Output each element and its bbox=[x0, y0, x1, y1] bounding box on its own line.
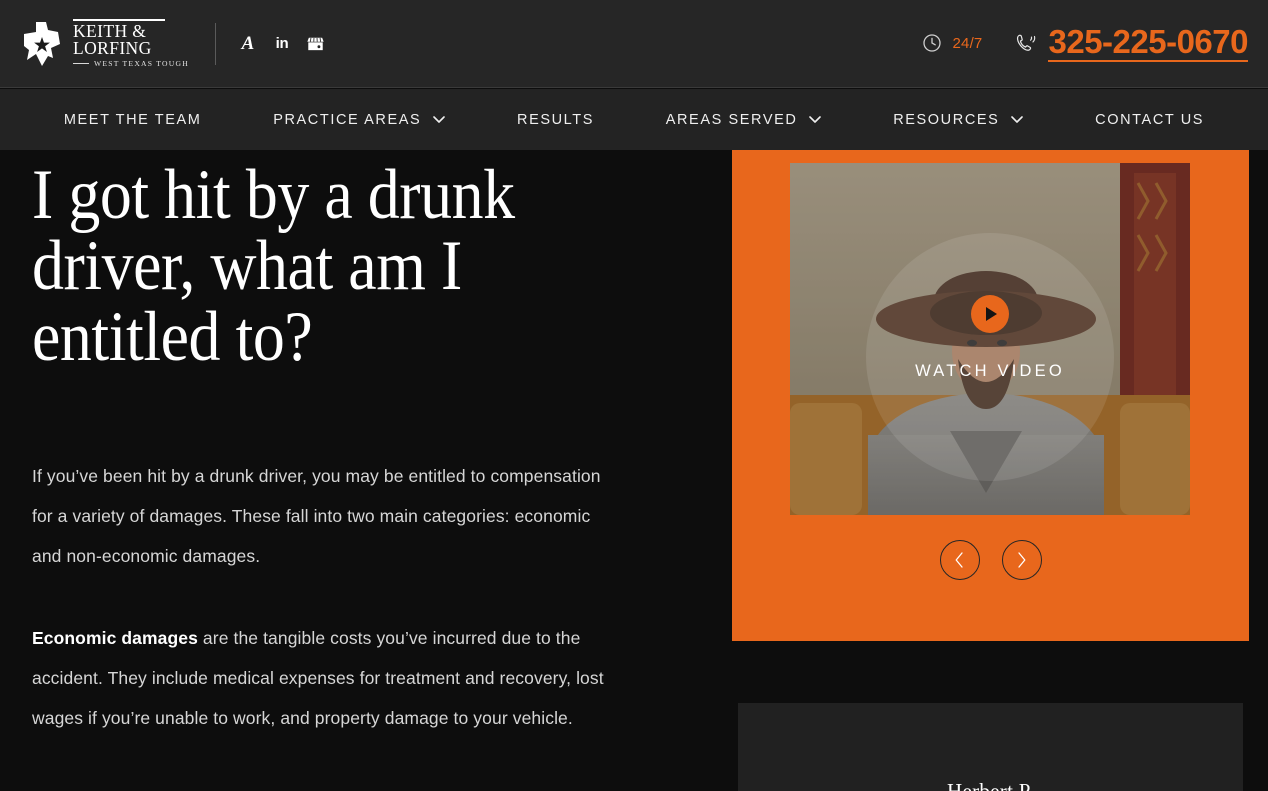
avvo-glyph: A bbox=[241, 33, 255, 54]
nav-item-meet-the-team[interactable]: MEET THE TEAM bbox=[64, 112, 202, 128]
article-column: I got hit by a drunk driver, what am I e… bbox=[32, 160, 632, 738]
google-business-icon[interactable] bbox=[306, 34, 326, 54]
storefront-glyph bbox=[307, 37, 325, 51]
brand-divider bbox=[214, 22, 216, 65]
nav-label: AREAS SERVED bbox=[665, 111, 798, 128]
nav-item-results[interactable]: RESULTS bbox=[517, 112, 594, 128]
logo-tagline: WEST TEXAS TOUGH bbox=[94, 59, 189, 68]
nav-label: CONTACT US bbox=[1095, 111, 1205, 128]
phone-block: 325-225-0670 bbox=[1014, 24, 1248, 63]
site-logo[interactable]: KEITH & LORFING WEST TEXAS TOUGH bbox=[22, 19, 189, 68]
testimonial-author: Herbert P. bbox=[947, 779, 1034, 791]
page-root: KEITH & LORFING WEST TEXAS TOUGH A in 24… bbox=[0, 0, 1268, 791]
carousel-prev-button[interactable] bbox=[939, 540, 980, 580]
texas-star-icon bbox=[24, 21, 60, 66]
video-carousel-controls bbox=[732, 540, 1249, 580]
economic-damages-paragraph: Economic damages are the tangible costs … bbox=[32, 618, 612, 738]
testimonial-card: Herbert P. bbox=[738, 703, 1243, 791]
social-links: A in bbox=[238, 34, 326, 54]
play-icon[interactable] bbox=[971, 295, 1009, 334]
intro-paragraph: If you’ve been hit by a drunk driver, yo… bbox=[32, 466, 601, 566]
carousel-next-button[interactable] bbox=[1001, 540, 1042, 580]
chevron-right-icon bbox=[1018, 552, 1026, 568]
nav-label: MEET THE TEAM bbox=[63, 111, 202, 128]
phone-number-link[interactable]: 325-225-0670 bbox=[1048, 24, 1248, 63]
header-contact: 24/7 325-225-0670 bbox=[922, 24, 1268, 63]
video-highlight-circle bbox=[866, 232, 1114, 481]
chevron-down-icon bbox=[433, 116, 446, 123]
nav-label: PRACTICE AREAS bbox=[273, 111, 422, 128]
logo-tagline-row: WEST TEXAS TOUGH bbox=[73, 59, 189, 68]
logo-name-line2: LORFING bbox=[73, 37, 152, 58]
chevron-left-icon bbox=[955, 552, 963, 568]
play-triangle bbox=[986, 307, 997, 322]
chevron-down-icon bbox=[809, 116, 822, 123]
video-panel: WATCH VIDEO bbox=[732, 150, 1249, 641]
hours-label: 24/7 bbox=[952, 34, 983, 52]
nav-items: MEET THE TEAM PRACTICE AREAS RESULTS ARE… bbox=[0, 112, 1268, 128]
phone-icon bbox=[1017, 34, 1036, 51]
logo-wordmark: KEITH & LORFING WEST TEXAS TOUGH bbox=[73, 19, 189, 68]
hours-block: 24/7 bbox=[922, 33, 982, 53]
linkedin-glyph: in bbox=[275, 35, 289, 52]
clock-icon bbox=[923, 34, 942, 53]
nav-label: RESOURCES bbox=[893, 111, 1000, 128]
nav-item-practice-areas[interactable]: PRACTICE AREAS bbox=[273, 111, 446, 128]
main-content: I got hit by a drunk driver, what am I e… bbox=[0, 150, 1268, 791]
nav-label: RESULTS bbox=[517, 111, 595, 128]
avvo-icon[interactable]: A bbox=[238, 34, 258, 54]
chevron-down-icon bbox=[1011, 116, 1024, 123]
site-header: KEITH & LORFING WEST TEXAS TOUGH A in 24… bbox=[0, 0, 1268, 88]
linkedin-icon[interactable]: in bbox=[272, 34, 292, 54]
page-title: I got hit by a drunk driver, what am I e… bbox=[32, 156, 515, 376]
nav-item-areas-served[interactable]: AREAS SERVED bbox=[666, 112, 822, 128]
watch-video-label: WATCH VIDEO bbox=[915, 362, 1065, 380]
logo-tagline-rule bbox=[73, 63, 89, 64]
nav-item-contact-us[interactable]: CONTACT US bbox=[1095, 112, 1204, 128]
brand-block: KEITH & LORFING WEST TEXAS TOUGH A in bbox=[0, 19, 326, 68]
economic-damages-lead: Economic damages bbox=[32, 628, 198, 648]
video-thumbnail[interactable]: WATCH VIDEO bbox=[790, 163, 1190, 515]
primary-navigation: MEET THE TEAM PRACTICE AREAS RESULTS ARE… bbox=[0, 89, 1268, 150]
nav-item-resources[interactable]: RESOURCES bbox=[893, 111, 1024, 128]
